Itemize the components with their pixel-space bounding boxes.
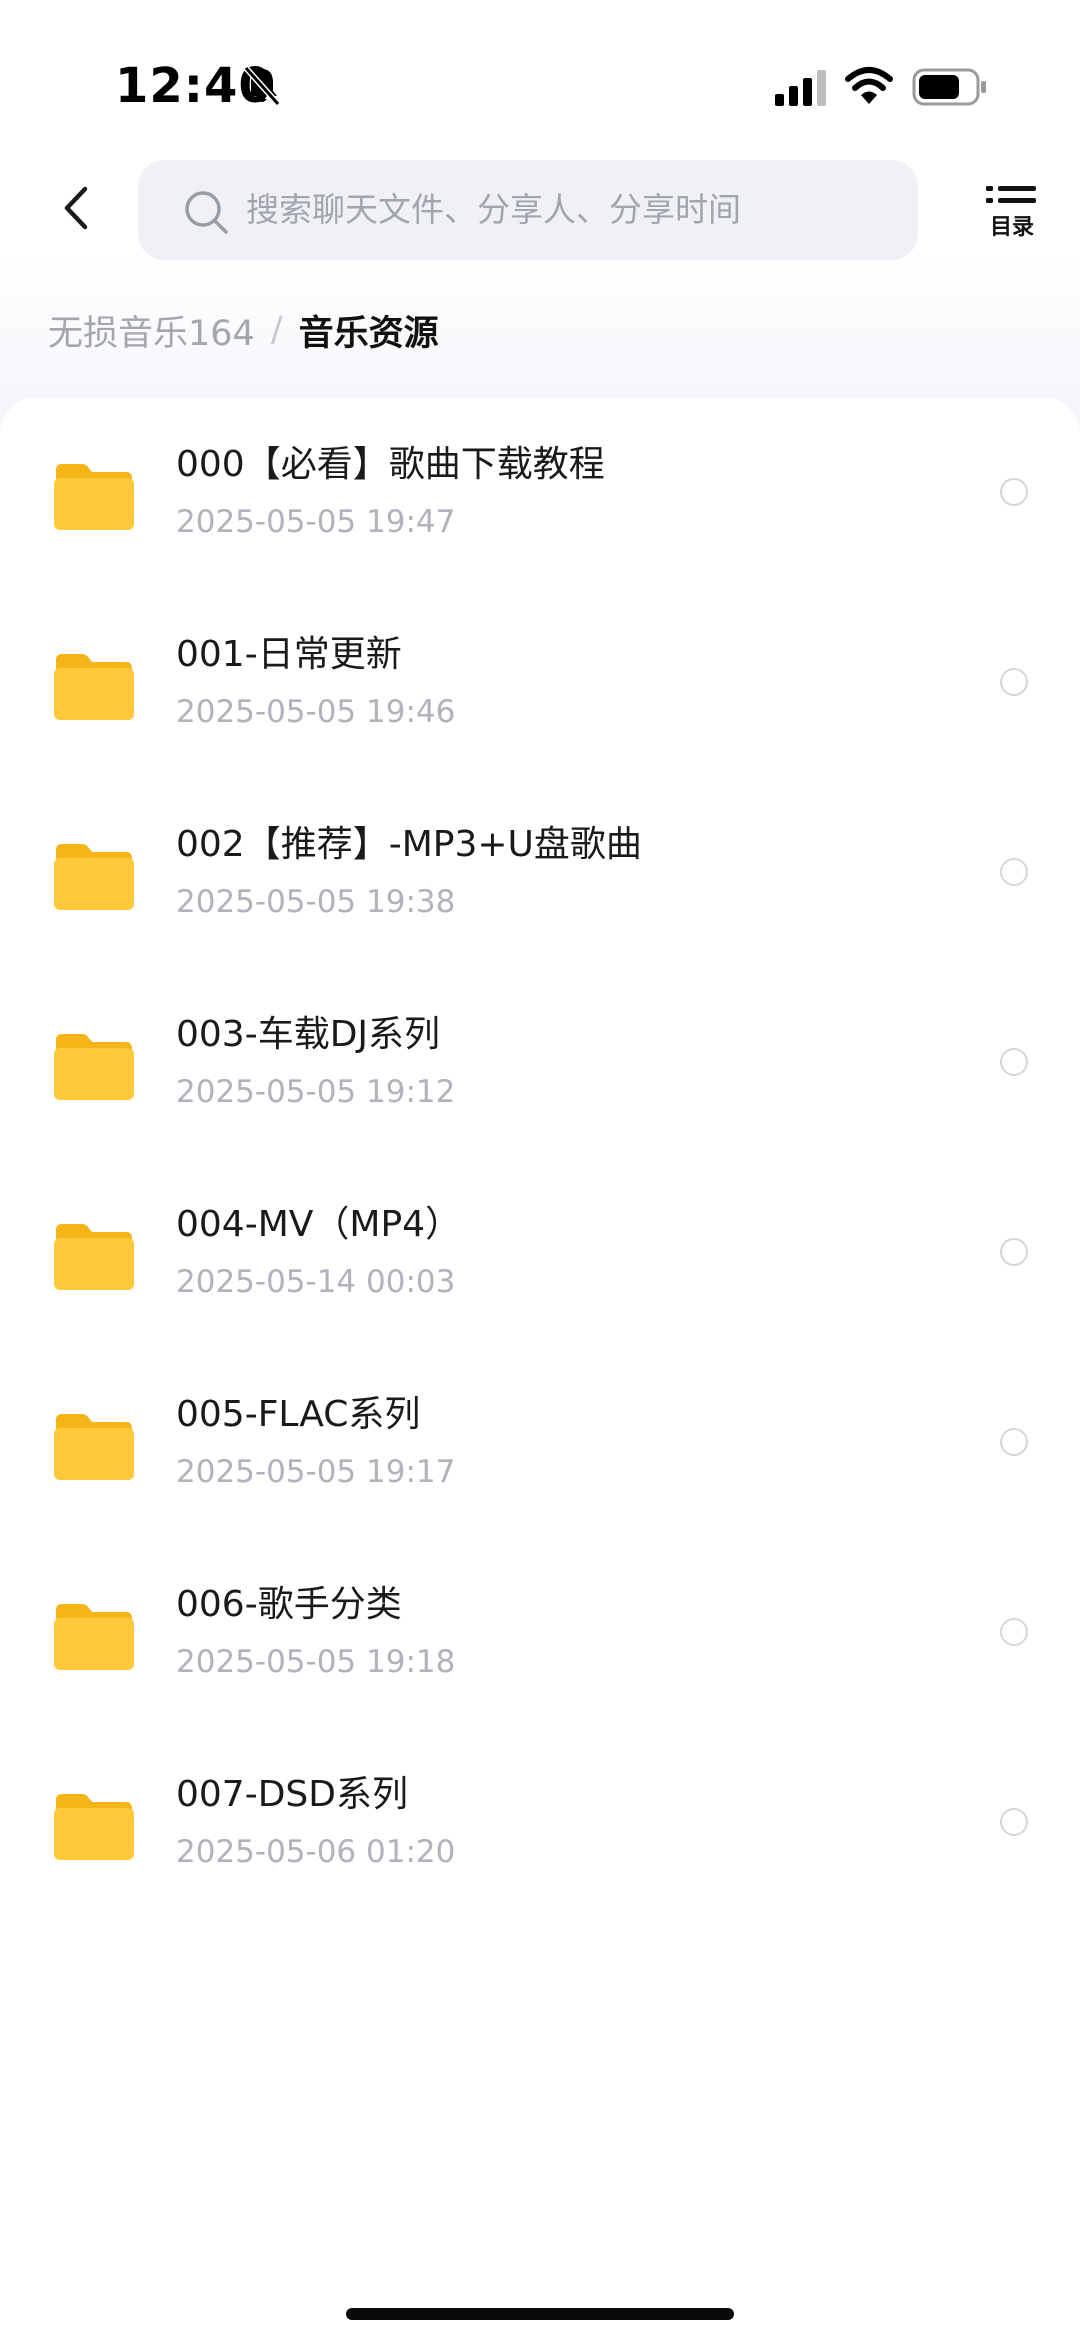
folder-icon [54, 654, 134, 720]
file-list-card: 000【必看】歌曲下载教程 2025-05-05 19:47 001-日常更新 … [0, 398, 1080, 2348]
bell-slash-icon [243, 66, 281, 106]
item-name: 005-FLAC系列 [176, 1394, 421, 1435]
folder-icon [54, 1034, 134, 1100]
item-time: 2025-05-05 19:38 [176, 884, 456, 920]
list-item[interactable]: 007-DSD系列 2025-05-06 01:20 [0, 1728, 1080, 1918]
breadcrumb: 无损音乐164 / 音乐资源 [48, 300, 439, 360]
list-item[interactable]: 002【推荐】-MP3+U盘歌曲 2025-05-05 19:38 [0, 778, 1080, 968]
toc-button[interactable]: 目录 [980, 182, 1044, 242]
item-name: 007-DSD系列 [176, 1774, 408, 1815]
item-time: 2025-05-05 19:47 [176, 504, 456, 540]
item-time: 2025-05-05 19:18 [176, 1644, 456, 1680]
item-time: 2025-05-05 19:12 [176, 1074, 456, 1110]
toc-label: 目录 [989, 215, 1034, 240]
signal-icon [775, 70, 826, 106]
item-name: 002【推荐】-MP3+U盘歌曲 [176, 824, 642, 865]
list-item[interactable]: 005-FLAC系列 2025-05-05 19:17 [0, 1348, 1080, 1538]
item-name: 001-日常更新 [176, 634, 402, 675]
chevron-left-icon [64, 186, 88, 230]
list-item[interactable]: 000【必看】歌曲下载教程 2025-05-05 19:47 [0, 398, 1080, 588]
select-radio[interactable] [1000, 858, 1028, 886]
select-radio[interactable] [1000, 478, 1028, 506]
folder-icon [54, 1224, 134, 1290]
breadcrumb-parent[interactable]: 无损音乐164 [48, 305, 255, 356]
status-bar: 12:40 [0, 0, 1080, 160]
select-radio[interactable] [1000, 1428, 1028, 1456]
item-time: 2025-05-05 19:17 [176, 1454, 456, 1490]
wifi-icon [845, 67, 893, 104]
breadcrumb-separator: / [270, 310, 283, 350]
item-name: 003-车载DJ系列 [176, 1014, 441, 1055]
back-button[interactable] [52, 180, 100, 236]
breadcrumb-current: 音乐资源 [298, 313, 439, 354]
list-item[interactable]: 003-车载DJ系列 2025-05-05 19:12 [0, 968, 1080, 1158]
item-name: 006-歌手分类 [176, 1584, 402, 1625]
select-radio[interactable] [1000, 1618, 1028, 1646]
item-name: 000【必看】歌曲下载教程 [176, 444, 605, 485]
search-input[interactable]: 搜索聊天文件、分享人、分享时间 [138, 160, 918, 260]
item-time: 2025-05-05 19:46 [176, 694, 456, 730]
folder-icon [54, 464, 134, 530]
battery-icon [912, 68, 986, 106]
list-icon [986, 186, 1036, 203]
item-name: 004-MV（MP4） [176, 1204, 462, 1245]
folder-icon [54, 1794, 134, 1860]
folder-icon [54, 1414, 134, 1480]
select-radio[interactable] [1000, 1238, 1028, 1266]
item-time: 2025-05-06 01:20 [176, 1834, 456, 1870]
select-radio[interactable] [1000, 668, 1028, 696]
folder-icon [54, 844, 134, 910]
select-radio[interactable] [1000, 1048, 1028, 1076]
select-radio[interactable] [1000, 1808, 1028, 1836]
folder-icon [54, 1604, 134, 1670]
search-icon [185, 191, 228, 234]
list-item[interactable]: 006-歌手分类 2025-05-05 19:18 [0, 1538, 1080, 1728]
home-indicator [346, 2308, 734, 2320]
list-item[interactable]: 001-日常更新 2025-05-05 19:46 [0, 588, 1080, 778]
list-item[interactable]: 004-MV（MP4） 2025-05-14 00:03 [0, 1158, 1080, 1348]
item-time: 2025-05-14 00:03 [176, 1264, 456, 1300]
search-placeholder: 搜索聊天文件、分享人、分享时间 [246, 190, 741, 229]
